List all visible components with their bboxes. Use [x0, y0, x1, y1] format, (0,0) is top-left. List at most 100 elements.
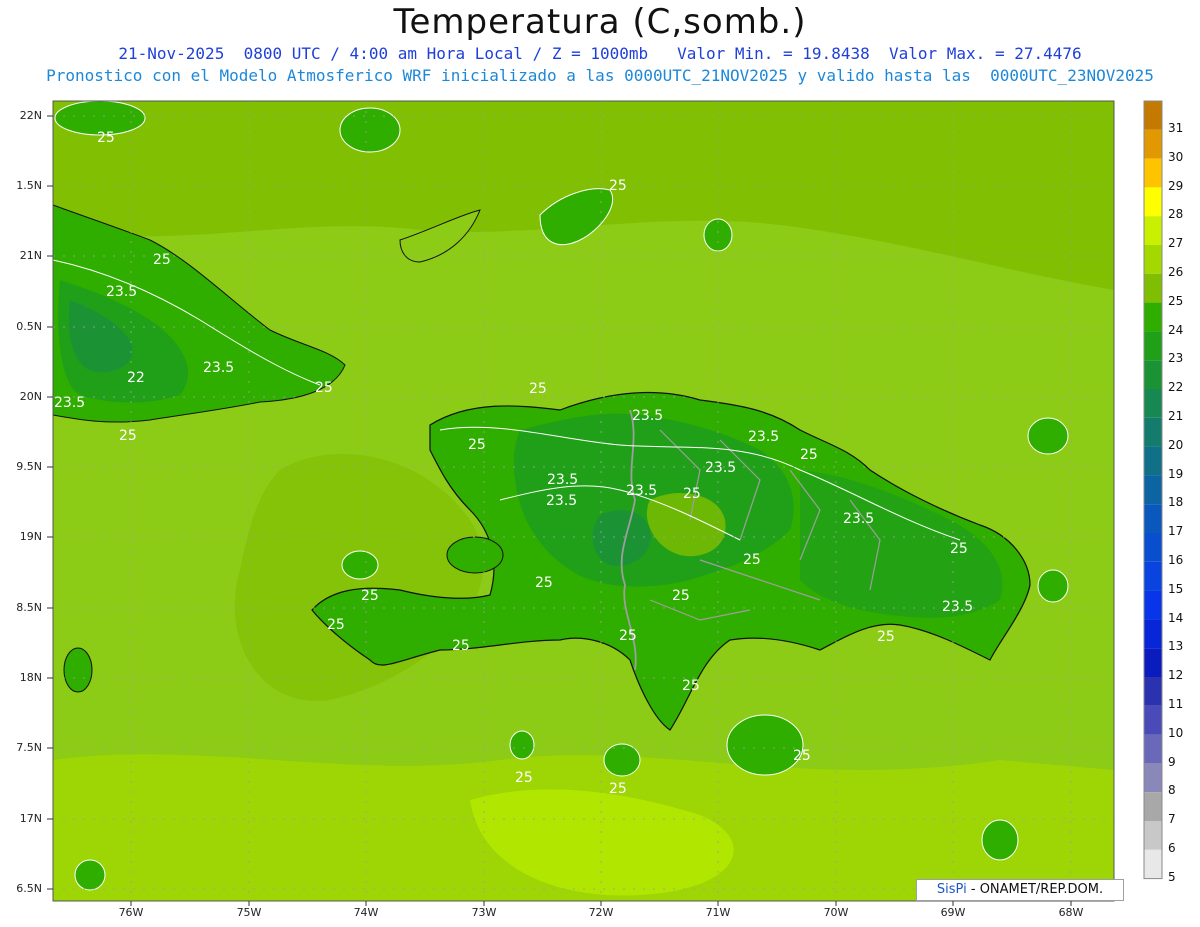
colorbar-label: 18 — [1168, 495, 1184, 510]
lon-label: 73W — [471, 906, 497, 919]
colorbar-swatch — [1144, 101, 1162, 130]
colorbar-label: 19 — [1168, 466, 1184, 481]
contour-label: 25 — [153, 252, 171, 268]
ocean-patch-5 — [603, 743, 641, 777]
colorbar-label: 16 — [1168, 553, 1184, 567]
lat-label: 0.5N — [16, 320, 42, 333]
colorbar-label: 17 — [1168, 524, 1184, 539]
temperature-map: 25 25 25 23.5 23.5 22 25 25 23.5 25 25 2… — [47, 100, 1163, 906]
colorbar-swatch — [1144, 561, 1162, 591]
contour-label: 25 — [119, 428, 137, 444]
contour-label: 25 — [793, 748, 811, 764]
colorbar-label: 8 — [1168, 783, 1176, 798]
lat-label: 7.5N — [16, 741, 42, 754]
colorbar-swatch — [1144, 734, 1162, 764]
colorbar-swatch — [1144, 821, 1162, 850]
ocean-patch-7 — [74, 859, 106, 891]
lat-label: 19N — [19, 530, 42, 543]
lon-label: 75W — [236, 906, 262, 919]
contour-label: 25 — [327, 617, 345, 633]
colorbar-swatch — [1144, 677, 1162, 706]
contour-label: 23.5 — [546, 493, 577, 509]
colorbar-swatch — [1144, 158, 1162, 188]
colorbar-swatch — [1144, 245, 1162, 274]
colorbar-swatch — [1144, 417, 1162, 447]
colorbar-label: 25 — [1168, 293, 1184, 308]
colorbar-label: 21 — [1168, 409, 1184, 423]
colorbar-label: 13 — [1168, 639, 1184, 654]
lat-label: 22N — [19, 109, 42, 122]
lon-label: 70W — [823, 906, 849, 919]
colorbar-label: 7 — [1168, 812, 1176, 827]
colorbar-label: 26 — [1168, 265, 1184, 279]
colorbar-label: 15 — [1168, 581, 1184, 596]
lat-label: 1.5N — [16, 179, 42, 192]
lon-label: 72W — [588, 906, 614, 919]
contour-label: 23.5 — [705, 460, 736, 476]
contour-label: 25 — [452, 638, 470, 654]
contour-label: 25 — [361, 588, 379, 604]
colorbar-label: 20 — [1168, 437, 1184, 452]
contour-label: 25 — [529, 381, 547, 397]
lon-label: 76W — [118, 906, 144, 919]
colorbar-label: 30 — [1168, 149, 1184, 164]
contour-label: 23.5 — [203, 360, 234, 376]
colorbar-label: 5 — [1168, 869, 1176, 884]
ocean-patch-13 — [446, 536, 504, 574]
contour-label: 23.5 — [54, 395, 85, 411]
colorbar-label: 6 — [1168, 841, 1176, 855]
contour-label: 25 — [315, 380, 333, 396]
colorbar-swatch — [1144, 331, 1162, 361]
colorbar-swatch — [1144, 763, 1162, 793]
colorbar-label: 23 — [1168, 351, 1184, 366]
contour-label: 25 — [950, 541, 968, 557]
lon-label: 68W — [1058, 906, 1084, 919]
contour-label: 22 — [127, 370, 145, 386]
contour-label: 25 — [609, 178, 627, 194]
colorbar-swatch — [1144, 533, 1162, 562]
credit-text: - ONAMET/REP.DOM. — [966, 882, 1104, 897]
contour-label: 25 — [97, 130, 115, 146]
colorbar-swatch — [1144, 216, 1162, 245]
contour-label-235-east: 23.5 — [942, 599, 973, 615]
colorbar-swatch — [1144, 619, 1162, 649]
colorbar-swatch — [1144, 504, 1162, 533]
contour-label: 25 — [515, 770, 533, 786]
colorbar-swatch — [1144, 705, 1162, 735]
colorbar-label: 9 — [1168, 754, 1176, 769]
colorbar-label: 28 — [1168, 207, 1184, 222]
sispi-brand: SisPi — [936, 882, 967, 897]
ocean-patch-2 — [1027, 417, 1069, 455]
contour-label: 23.5 — [626, 483, 657, 499]
colorbar-swatch — [1144, 849, 1162, 879]
contour-label: 25 — [468, 437, 486, 453]
lon-label: 71W — [705, 906, 731, 919]
contour-label: 25 — [619, 628, 637, 644]
ocean-patch-10 — [341, 550, 379, 580]
lat-label: 18N — [19, 671, 42, 684]
contour-label: 25 — [672, 588, 690, 604]
ocean-patch-1 — [703, 218, 733, 252]
contour-label: 25 — [877, 629, 895, 645]
colorbar-swatch — [1144, 446, 1162, 476]
lon-label: 74W — [353, 906, 379, 919]
contour-label: 23.5 — [632, 408, 663, 424]
colorbar-swatch — [1144, 187, 1162, 217]
colorbar-swatch — [1144, 273, 1162, 303]
colorbar-label: 10 — [1168, 725, 1184, 740]
ocean-patch-9 — [63, 647, 93, 693]
contour-label: 25 — [743, 552, 761, 568]
colorbar-label: 24 — [1168, 322, 1184, 337]
contour-label: 23.5 — [843, 511, 874, 527]
colorbar-swatch — [1144, 302, 1162, 332]
colorbar-label: 14 — [1168, 610, 1184, 625]
colorbar-swatch — [1144, 475, 1162, 505]
contour-label: 23.5 — [106, 284, 137, 300]
ocean-patch-4 — [726, 714, 804, 776]
lon-label: 69W — [940, 906, 966, 919]
lat-label: 8.5N — [16, 601, 42, 614]
lat-label: 9.5N — [16, 460, 42, 473]
colorbar-label: 11 — [1168, 697, 1184, 711]
colorbar-swatch — [1144, 129, 1162, 159]
credit-box: SisPi - ONAMET/REP.DOM. — [916, 879, 1124, 901]
